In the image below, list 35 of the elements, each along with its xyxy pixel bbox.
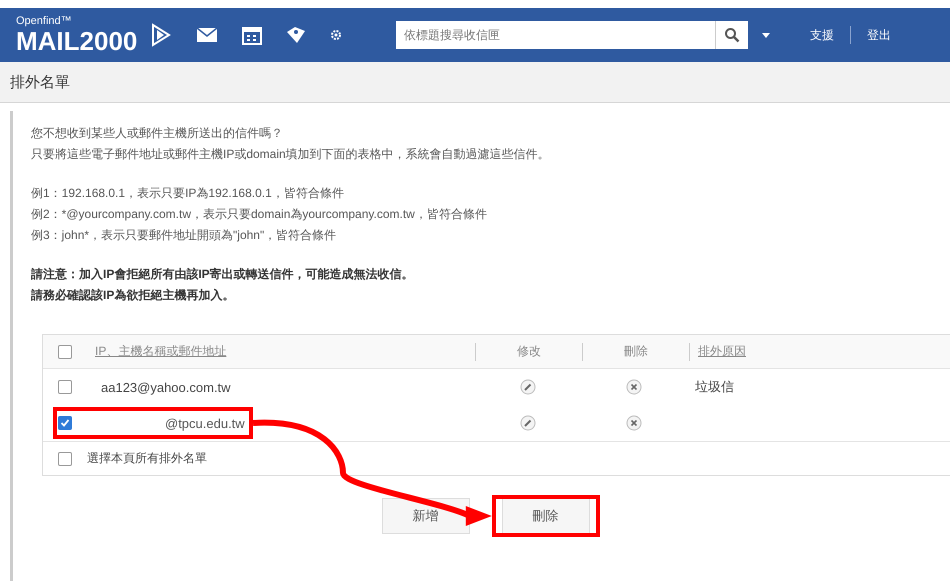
page-title: 排外名單 bbox=[10, 72, 70, 92]
header-link[interactable]: 登出 bbox=[867, 26, 891, 44]
delete-icon[interactable] bbox=[626, 415, 642, 431]
brand-logo: MAIL2000 bbox=[16, 28, 138, 54]
column-header: 刪除 bbox=[624, 343, 648, 360]
mail-icon[interactable] bbox=[196, 27, 218, 43]
intro-text: 只要將這些電子郵件地址或郵件主機IP或domain填加到下面的表格中，系統會自動過濾這些信件。 bbox=[31, 146, 551, 163]
checkbox[interactable] bbox=[58, 416, 72, 430]
example-text: 例2：*@yourcompany.com.tw，表示只要domain為yourcompany.com.tw，皆符合條件 bbox=[31, 206, 488, 223]
checkbox[interactable] bbox=[58, 452, 72, 466]
reason-text: 垃圾信 bbox=[695, 378, 734, 396]
notice-text: 請務必確認該IP為欲拒絕主機再加入。 bbox=[31, 287, 236, 304]
delete-icon[interactable] bbox=[626, 379, 642, 395]
column-header[interactable]: 排外原因 bbox=[698, 343, 746, 360]
checkbox[interactable] bbox=[58, 344, 72, 358]
checkbox[interactable] bbox=[58, 380, 72, 394]
intro-text: 您不想收到某些人或郵件主機所送出的信件嗎？ bbox=[31, 125, 284, 142]
search-field[interactable]: 依標題搜尋收信匣 bbox=[396, 21, 715, 49]
play-icon[interactable] bbox=[150, 23, 172, 47]
example-text: 例3：john*，表示只要郵件地址開頭為"john"，皆符合條件 bbox=[31, 227, 338, 244]
select-all-label: 選擇本頁所有排外名單 bbox=[87, 450, 207, 467]
column-header: 修改 bbox=[517, 343, 541, 360]
caret-icon[interactable] bbox=[762, 32, 770, 38]
gear-icon[interactable] bbox=[330, 29, 342, 41]
address-text: aa123@yahoo.com.tw bbox=[101, 380, 231, 394]
edit-icon[interactable] bbox=[520, 415, 536, 431]
tag-icon[interactable] bbox=[286, 26, 306, 44]
header-link[interactable]: 支援 bbox=[810, 26, 834, 44]
notice-text: 請注意：加入IP會拒絕所有由該IP寄出或轉送信件，可能造成無法收信。 bbox=[31, 266, 415, 283]
search-icon[interactable] bbox=[715, 21, 748, 49]
action-button[interactable]: 刪除 bbox=[502, 498, 590, 534]
brand-tagline: Openfind™ bbox=[16, 16, 72, 27]
example-text: 例1：192.168.0.1，表示只要IP為192.168.0.1，皆符合條件 bbox=[31, 185, 345, 202]
edit-icon[interactable] bbox=[520, 379, 536, 395]
calendar-icon[interactable] bbox=[242, 25, 262, 45]
